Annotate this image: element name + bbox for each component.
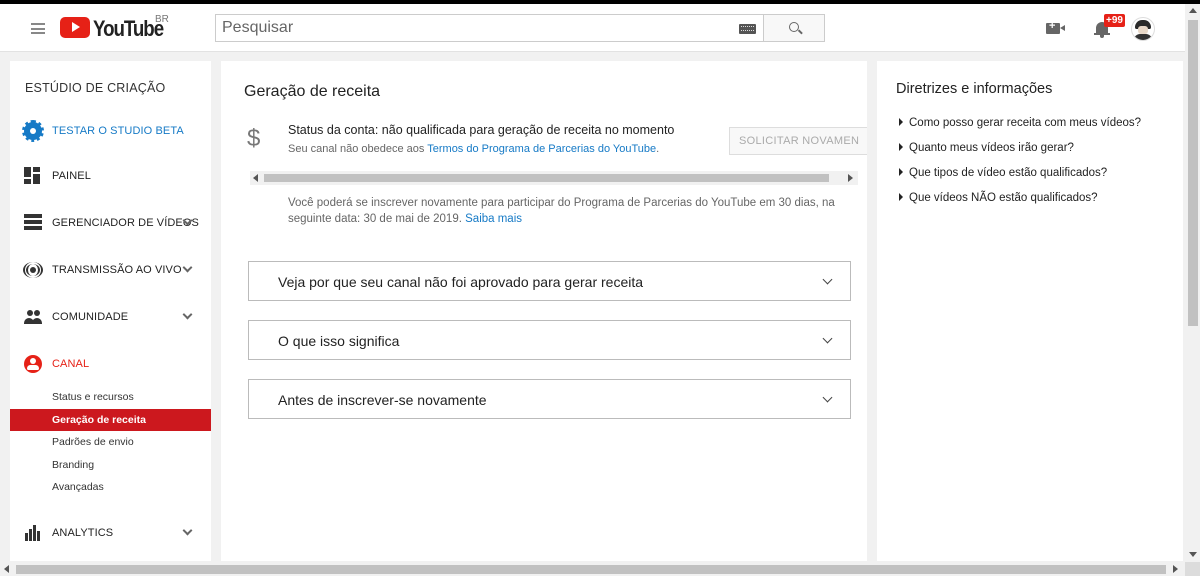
chevron-down-icon [822,333,833,344]
reapply-info-text: Você poderá se inscrever novamente para … [288,197,835,225]
learn-more-link[interactable]: Saiba mais [465,213,522,225]
sidebar-subitem-branding[interactable]: Branding [10,454,211,476]
chevron-down-icon [822,392,833,403]
youtube-play-icon [60,17,90,38]
partner-terms-link[interactable]: Termos do Programa de Parcerias do YouTu… [427,143,656,155]
guidelines-panel: Diretrizes e informações Como posso gera… [877,61,1183,561]
live-icon [23,261,43,279]
sidebar-item-live[interactable]: TRANSMISSÃO AO VIVO [10,257,211,283]
avatar[interactable] [1131,17,1155,41]
keyboard-icon[interactable] [739,24,756,34]
sidebar-item-label: ANALYTICS [52,527,114,539]
scrollbar-thumb[interactable] [16,565,1166,574]
sidebar-subitem-label: Avançadas [52,481,104,493]
search-button[interactable] [763,14,825,42]
scroll-right-icon[interactable] [1173,565,1178,573]
caret-right-icon [899,193,903,201]
sidebar-subitem-label: Geração de receita [52,414,146,426]
gear-icon [22,120,44,142]
guideline-link[interactable]: Que tipos de vídeo estão qualificados? [899,167,1107,179]
guideline-link[interactable]: Que vídeos NÃO estão qualificados? [899,192,1098,204]
vertical-scrollbar[interactable] [1185,4,1200,562]
sidebar-subitem-advanced[interactable]: Avançadas [10,476,211,498]
sidebar-subitem-label: Branding [52,459,95,471]
search-box [215,14,763,42]
guidelines-title: Diretrizes e informações [896,81,1053,97]
sidebar-item-community[interactable]: COMUNIDADE [10,304,211,330]
accordion-why-not-approved[interactable]: Veja por que seu canal não foi aprovado … [248,261,851,301]
region-code: BR [155,14,169,25]
caret-right-icon [899,143,903,151]
dashboard-icon [24,167,42,185]
sidebar-item-video-manager[interactable]: GERENCIADOR DE VÍDEOS [10,210,211,236]
chevron-down-icon [822,274,833,285]
sidebar-item-studio-beta[interactable]: TESTAR O STUDIO BETA [10,118,211,144]
sidebar-item-label: PAINEL [52,170,91,182]
scroll-left-icon[interactable] [253,174,258,182]
status-detail: Seu canal não obedece aos Termos do Prog… [288,143,659,155]
chevron-down-icon [182,262,193,273]
sidebar-item-label: GERENCIADOR DE VÍDEOS [52,217,199,229]
guideline-link[interactable]: Como posso gerar receita com meus vídeos… [899,117,1141,129]
analytics-icon [24,524,42,542]
sidebar-item-dashboard[interactable]: PAINEL [10,163,211,189]
sidebar-item-analytics[interactable]: ANALYTICS [10,520,211,546]
reapply-button[interactable]: SOLICITAR NOVAMEN [729,127,867,155]
sidebar-title: ESTÚDIO DE CRIAÇÃO [25,81,166,95]
channel-icon [24,355,42,373]
reapply-info: Você poderá se inscrever novamente para … [288,195,867,227]
accordion-what-it-means[interactable]: O que isso significa [248,320,851,360]
accordion-label: O que isso significa [278,333,400,349]
caret-right-icon [899,118,903,126]
sidebar-subitem-upload-defaults[interactable]: Padrões de envio [10,431,211,453]
scrollbar-thumb[interactable] [264,174,829,182]
sidebar-item-label: COMUNIDADE [52,311,129,323]
status-detail-suffix: . [656,143,660,155]
sidebar-item-channel[interactable]: CANAL [10,351,211,377]
scroll-up-icon[interactable] [1189,8,1197,13]
sidebar-item-label: TRANSMISSÃO AO VIVO [52,264,182,276]
scroll-right-icon[interactable] [848,174,853,182]
main-content: Geração de receita $ Status da conta: nã… [221,61,867,561]
sidebar-subitem-label: Padrões de envio [52,436,134,448]
scroll-down-icon[interactable] [1189,552,1197,557]
scroll-left-icon[interactable] [4,565,9,573]
account-status: Status da conta: não qualificada para ge… [288,123,675,137]
dollar-icon: $ [247,125,261,152]
scrollbar-corner [1185,562,1200,576]
videos-icon [24,214,42,232]
sidebar-item-label: TESTAR O STUDIO BETA [52,125,184,137]
menu-icon[interactable] [31,23,45,34]
page-horizontal-scrollbar[interactable] [0,562,1185,576]
sidebar-subitem-label: Status e recursos [52,391,134,403]
search-input[interactable] [216,15,736,41]
logo-text: YouTube [93,16,164,41]
horizontal-scrollbar[interactable] [250,171,858,185]
upload-video-icon[interactable] [1046,20,1065,34]
guideline-link-text: Que vídeos NÃO estão qualificados? [909,192,1098,204]
page-title: Geração de receita [244,83,381,100]
guideline-link[interactable]: Quanto meus vídeos irão gerar? [899,142,1074,154]
masthead: YouTube BR +99 [0,4,1200,52]
sidebar-subitem-status[interactable]: Status e recursos [10,386,211,408]
chevron-down-icon [182,309,193,320]
community-icon [24,308,42,326]
chevron-down-icon [182,525,193,536]
sidebar: ESTÚDIO DE CRIAÇÃO TESTAR O STUDIO BETA … [10,61,211,561]
guideline-link-text: Como posso gerar receita com meus vídeos… [909,117,1142,129]
guideline-link-text: Que tipos de vídeo estão qualificados? [909,167,1108,179]
sidebar-subitem-monetization[interactable]: Geração de receita [10,409,211,431]
accordion-before-reapplying[interactable]: Antes de inscrever-se novamente [248,379,851,419]
scrollbar-thumb[interactable] [1188,20,1198,326]
notification-badge: +99 [1104,14,1125,27]
caret-right-icon [899,168,903,176]
accordion-label: Antes de inscrever-se novamente [278,392,487,408]
sidebar-item-label: CANAL [52,358,90,370]
accordion-label: Veja por que seu canal não foi aprovado … [278,274,644,290]
search-icon [789,22,799,32]
status-detail-text: Seu canal não obedece aos [288,143,428,155]
guideline-link-text: Quanto meus vídeos irão gerar? [909,142,1074,154]
